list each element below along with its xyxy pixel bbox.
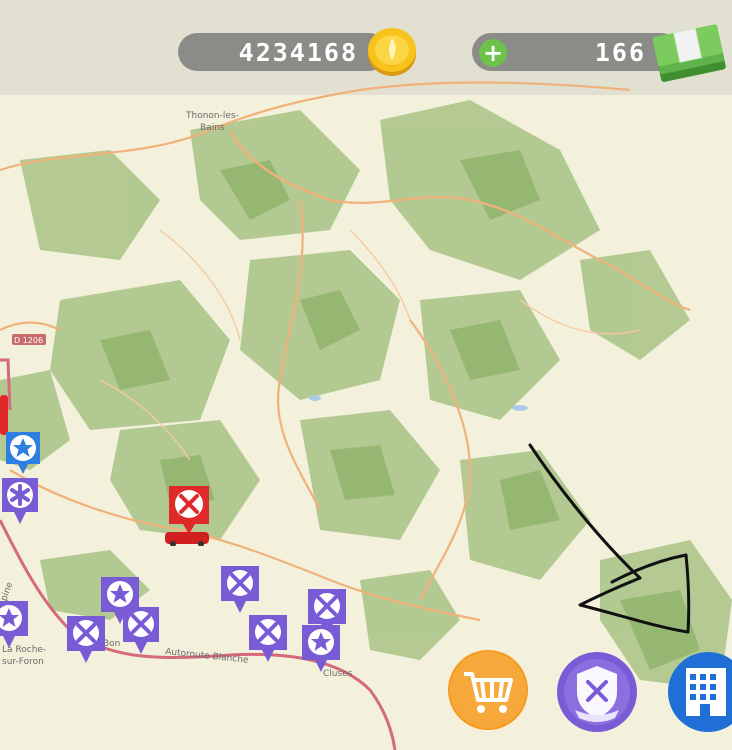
shield-icon	[559, 654, 635, 730]
cash-value: 166	[594, 37, 646, 67]
coins-counter: 4234168	[178, 33, 388, 71]
shop-button[interactable]	[448, 650, 528, 730]
hospital-marker[interactable]	[0, 476, 40, 528]
rescue-station-marker-4[interactable]	[246, 612, 290, 666]
map-label-thonon-2: Bains	[200, 123, 225, 133]
rescue-station-marker[interactable]	[218, 563, 262, 617]
fire-station-marker[interactable]	[163, 482, 215, 546]
buildings-button[interactable]	[668, 652, 732, 732]
cash-stack-icon	[652, 24, 726, 82]
map-background[interactable]: Thonon-les- Bains D 1206 Bon Autoroute B…	[0, 0, 732, 750]
building-icon	[670, 654, 732, 730]
gold-coin-icon	[368, 28, 416, 76]
coins-value: 4234168	[238, 37, 358, 67]
map-label-road-d1206: D 1206	[14, 336, 43, 345]
map-label-roche-2: sur-Foron	[2, 657, 44, 667]
alliance-button[interactable]	[557, 652, 637, 732]
police-station-marker[interactable]	[2, 428, 44, 480]
police-station-marker-4[interactable]	[299, 622, 343, 676]
map-label-thonon-1: Thonon-les-	[185, 111, 239, 121]
plus-icon: +	[482, 39, 504, 67]
add-cash-button[interactable]: +	[479, 39, 507, 67]
cart-icon	[450, 652, 526, 728]
police-station-marker-3[interactable]	[0, 598, 32, 652]
rescue-station-marker-2[interactable]	[120, 604, 162, 658]
rescue-station-marker-3[interactable]	[64, 613, 108, 667]
